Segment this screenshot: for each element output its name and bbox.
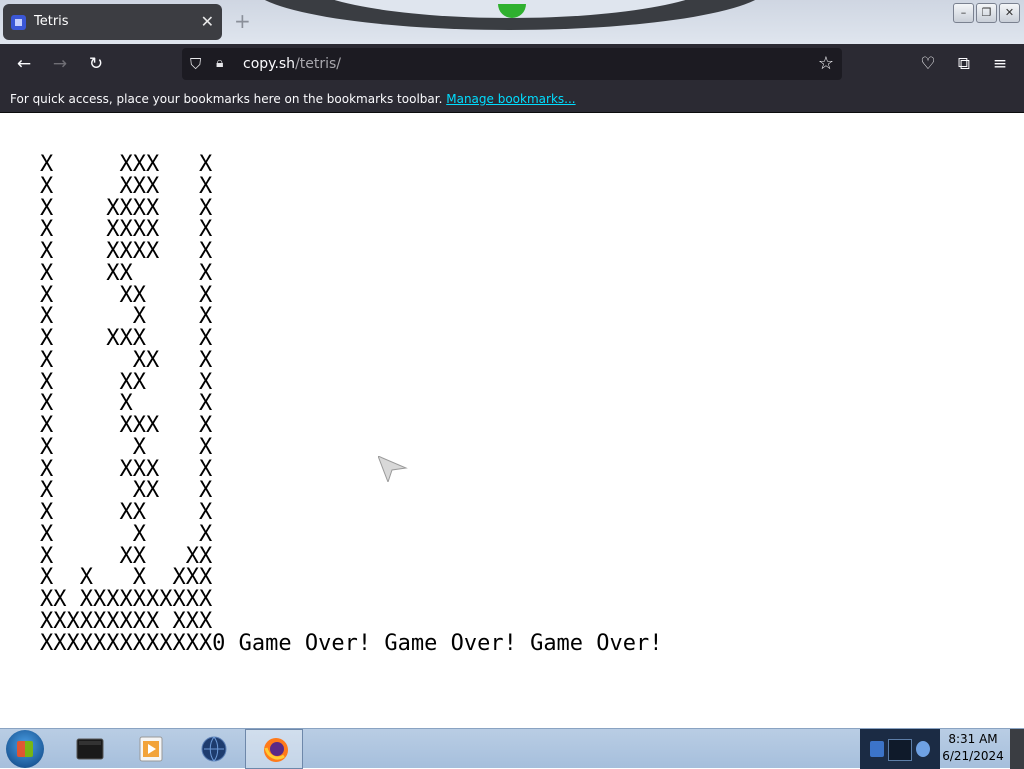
tab-title: Tetris <box>34 14 69 29</box>
media-player-icon <box>139 736 163 762</box>
tetris-favicon-icon <box>11 15 26 30</box>
tray-volume-icon[interactable] <box>916 741 930 757</box>
taskbar-app-terminal[interactable] <box>60 729 118 769</box>
board-line: X XX XX <box>40 543 213 569</box>
taskbar: 8:31 AM 6/21/2024 <box>0 728 1024 769</box>
taskbar-app-firefox[interactable] <box>245 729 303 769</box>
tray-network-icon[interactable] <box>870 741 884 757</box>
board-line: X XX X <box>40 369 213 395</box>
board-line: XXXXXXXXXXXXX0 Game Over! Game Over! Gam… <box>40 630 663 656</box>
forward-arrow-icon[interactable]: → <box>50 54 70 74</box>
tray-display-icon[interactable] <box>888 739 912 761</box>
tetris-board: X XXX XX XXX XX XXXX XX XXXX XX XXXX XX … <box>40 154 663 654</box>
navigation-bar: ← → ↻ ⛉ 🔒︎ copy.sh/tetris/ ☆ ♡ ⧉ ≡ <box>0 44 1024 85</box>
board-line: X XXX X <box>40 456 213 482</box>
pocket-icon[interactable]: ♡ <box>918 54 938 74</box>
tracking-shield-icon[interactable]: ⛉ <box>190 55 206 73</box>
lock-icon[interactable]: 🔒︎ <box>216 55 232 73</box>
board-line: X XXX X <box>40 152 213 177</box>
board-line: X XX X <box>40 500 213 525</box>
globe-icon <box>201 736 227 762</box>
bookmarks-message: For quick access, place your bookmarks h… <box>10 92 576 106</box>
board-line: X XXXX X <box>40 239 213 264</box>
board-line: XX XXXXXXXXXX <box>40 587 213 612</box>
tab-strip: Tetris ✕ + – ❐ ✕ <box>0 0 1024 44</box>
clock-time: 8:31 AM <box>948 732 998 746</box>
menu-icon[interactable]: ≡ <box>990 54 1010 74</box>
window-controls: – ❐ ✕ <box>953 3 1020 23</box>
bookmarks-toolbar: For quick access, place your bookmarks h… <box>0 85 1024 113</box>
start-button[interactable] <box>6 730 44 768</box>
page-content: X XXX XX XXX XX XXXX XX XXXX XX XXXX XX … <box>0 114 1024 728</box>
board-line: X XX X <box>40 260 213 286</box>
clock-date: 6/21/2024 <box>942 749 1004 763</box>
board-line: X XXX X <box>40 173 213 199</box>
close-tab-icon[interactable]: ✕ <box>201 12 214 31</box>
new-tab-icon[interactable]: + <box>234 9 251 33</box>
board-line: X X X <box>40 391 213 417</box>
maximize-button[interactable]: ❐ <box>976 3 997 23</box>
close-window-button[interactable]: ✕ <box>999 3 1020 23</box>
terminal-app-icon <box>76 738 104 760</box>
system-tray <box>860 729 940 769</box>
taskbar-app-media-player[interactable] <box>121 729 179 769</box>
url-host: copy.sh <box>243 56 296 72</box>
board-line: X XX X <box>40 478 213 504</box>
taskbar-app-network-globe[interactable] <box>184 729 242 769</box>
url-path: /tetris/ <box>295 56 342 72</box>
board-line: X XXXX X <box>40 217 213 243</box>
board-line: X XX X <box>40 282 213 308</box>
board-line: X XX X <box>40 347 213 373</box>
taskbar-clock[interactable]: 8:31 AM 6/21/2024 <box>940 731 1006 765</box>
board-line: X XXX X <box>40 326 213 351</box>
url-text[interactable]: copy.sh/tetris/ <box>243 56 341 72</box>
reload-icon[interactable]: ↻ <box>86 54 106 74</box>
minimize-button[interactable]: – <box>953 3 974 23</box>
extensions-icon[interactable]: ⧉ <box>954 54 974 74</box>
board-line: X X X <box>40 304 213 330</box>
board-line: X XXXX X <box>40 195 213 221</box>
board-line: X X X <box>40 434 213 460</box>
board-line: X X X XXX <box>40 565 213 591</box>
manage-bookmarks-link[interactable]: Manage bookmarks... <box>446 92 575 106</box>
tab-tetris[interactable]: Tetris ✕ <box>3 4 222 40</box>
bookmark-star-icon[interactable]: ☆ <box>818 53 834 74</box>
show-desktop-button[interactable] <box>1010 729 1024 769</box>
firefox-icon <box>264 738 288 762</box>
url-bar[interactable]: ⛉ 🔒︎ copy.sh/tetris/ ☆ <box>182 48 842 80</box>
board-line: XXXXXXXXX XXX <box>40 608 213 634</box>
board-line: X XXX X <box>40 413 213 438</box>
board-line: X X X <box>40 521 213 547</box>
bookmarks-message-text: For quick access, place your bookmarks h… <box>10 92 443 106</box>
back-arrow-icon[interactable]: ← <box>14 54 34 74</box>
